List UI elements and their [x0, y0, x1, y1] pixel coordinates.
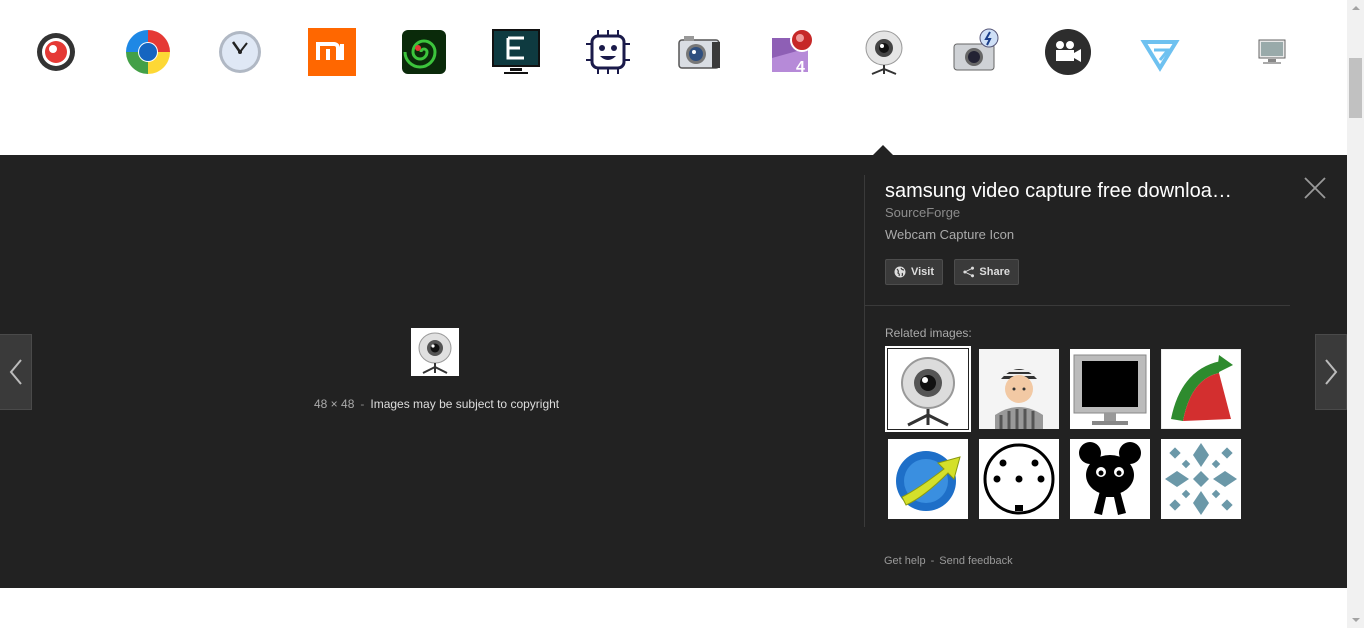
webcam-icon [865, 30, 903, 75]
thumbnail-number: 4 [796, 59, 805, 76]
red-record-circle-icon [37, 33, 75, 71]
chevron-right-icon [1325, 359, 1338, 385]
image-description: Webcam Capture Icon [885, 227, 1015, 242]
webcam-icon [418, 332, 452, 374]
thumbnail-green-swirl[interactable] [400, 28, 448, 76]
camera-flash-icon [953, 28, 999, 71]
prisoner-thumb-icon [979, 349, 1059, 429]
chevron-left-icon [9, 359, 22, 385]
clock-icon [219, 31, 261, 73]
caption-separator: - [360, 397, 365, 411]
monitor-e-icon [492, 29, 540, 74]
related-image-black-screen[interactable] [1070, 349, 1150, 429]
black-creature-thumb-icon [1070, 439, 1150, 519]
page-content-below [0, 588, 1347, 628]
mi-logo-icon [308, 28, 356, 76]
main-preview-image[interactable] [411, 328, 459, 376]
scroll-down-arrow-icon[interactable] [1347, 611, 1364, 628]
webcam-thumb-icon [888, 349, 968, 429]
share-label: Share [979, 266, 1010, 278]
related-image-pie-chart[interactable] [1161, 349, 1241, 429]
image-dimensions: 48 × 48 [314, 397, 355, 411]
thumbnail-mi-logo[interactable] [308, 28, 356, 76]
related-image-prisoner[interactable] [979, 349, 1059, 429]
image-title[interactable]: samsung video capture free downloa… [885, 180, 1275, 203]
computer-monitor-icon [1258, 39, 1286, 64]
next-image-button[interactable] [1315, 334, 1347, 410]
selected-thumbnail-pointer [873, 145, 893, 155]
image-viewer-panel: 48 × 48- Images may be subject to copyrig… [0, 155, 1347, 588]
video-camera-icon [1045, 29, 1091, 75]
black-screen-thumb-icon [1070, 349, 1150, 429]
image-source[interactable]: SourceForge [885, 205, 960, 220]
thumbnail-red-record[interactable] [32, 28, 80, 76]
section-divider [864, 305, 1290, 306]
diamond-logo-icon [1140, 40, 1180, 72]
globe-icon [894, 266, 906, 278]
thumbnail-video-camera[interactable] [1044, 28, 1092, 76]
viewer-footer: Get help - Send feedback [884, 555, 1013, 567]
camera-icon [678, 36, 720, 69]
thumbnail-camera-flash[interactable] [952, 28, 1000, 76]
pattern-tile-thumb-icon [1161, 439, 1241, 519]
green-swirl-icon [402, 30, 446, 74]
send-feedback-link[interactable]: Send feedback [939, 555, 1012, 567]
thumbnail-record-4[interactable]: 4 [768, 28, 816, 76]
related-images-label: Related images: [885, 326, 972, 340]
scroll-up-arrow-icon[interactable] [1347, 0, 1364, 17]
share-icon [963, 266, 975, 278]
thumbnail-computer-monitor[interactable] [1248, 28, 1296, 76]
previous-image-button[interactable] [0, 334, 32, 410]
get-help-link[interactable]: Get help [884, 555, 926, 567]
related-image-globe-arrow[interactable] [888, 439, 968, 519]
thumbnail-robot-chip[interactable] [584, 28, 632, 76]
visit-button[interactable]: Visit [885, 259, 943, 285]
related-image-black-creature[interactable] [1070, 439, 1150, 519]
share-button[interactable]: Share [954, 259, 1019, 285]
close-icon [1304, 177, 1326, 199]
thumbnail-colorful-ring[interactable] [124, 28, 172, 76]
vertical-scrollbar[interactable] [1347, 0, 1364, 628]
thumbnail-webcam[interactable] [860, 28, 908, 76]
visit-label: Visit [910, 266, 934, 278]
related-image-webcam[interactable] [885, 346, 971, 432]
colorful-ring-icon [126, 30, 170, 74]
pie-chart-arrow-thumb-icon [1161, 349, 1241, 429]
close-button[interactable] [1302, 175, 1328, 201]
thumbnail-camera[interactable] [676, 28, 724, 76]
related-image-din-connector[interactable] [979, 439, 1059, 519]
record-4-icon: 4 [772, 28, 814, 76]
robot-chip-icon [586, 30, 630, 74]
globe-arrow-thumb-icon [888, 439, 968, 519]
din-connector-thumb-icon [979, 439, 1059, 519]
panel-divider [864, 175, 865, 527]
related-image-pattern-tile[interactable] [1161, 439, 1241, 519]
thumbnail-strip: 4 [0, 0, 1347, 155]
thumbnail-monitor-e[interactable] [492, 28, 540, 76]
copyright-notice: Images may be subject to copyright [370, 397, 560, 411]
footer-separator: - [930, 555, 935, 567]
thumbnail-clock[interactable] [216, 28, 264, 76]
image-caption: 48 × 48- Images may be subject to copyrig… [314, 397, 559, 411]
thumbnail-diamond[interactable] [1136, 28, 1184, 76]
scrollbar-thumb[interactable] [1349, 58, 1362, 118]
